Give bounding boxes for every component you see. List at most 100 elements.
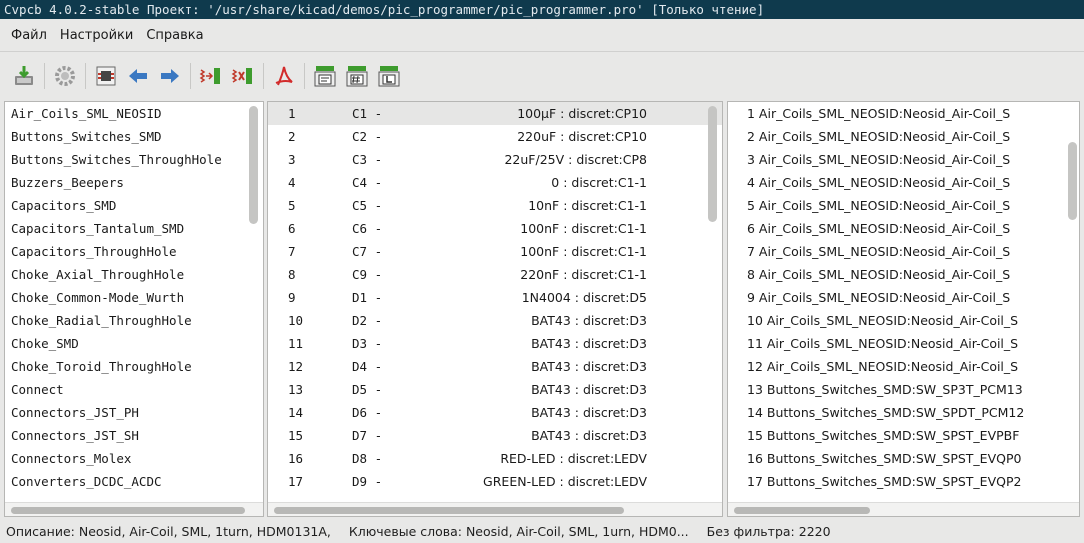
- component-row[interactable]: 10 D2 - BAT43 : discret:D3: [268, 309, 722, 332]
- library-item[interactable]: Converters_DCDC_ACDC: [5, 470, 263, 493]
- library-item[interactable]: Choke_Axial_ThroughHole: [5, 263, 263, 286]
- menu-settings[interactable]: Настройки: [55, 24, 138, 47]
- footprint-item[interactable]: 3 Air_Coils_SML_NEOSID:Neosid_Air-Coil_S: [728, 148, 1079, 171]
- component-value-footprint: BAT43 : discret:D3: [531, 313, 647, 328]
- library-item[interactable]: Connectors_Molex: [5, 447, 263, 470]
- footprint-item[interactable]: 2 Air_Coils_SML_NEOSID:Neosid_Air-Coil_S: [728, 125, 1079, 148]
- filter-pincount-icon[interactable]: [342, 61, 372, 91]
- filter-library-icon[interactable]: [374, 61, 404, 91]
- toolbar-separator: [190, 62, 191, 89]
- menu-file[interactable]: Файл: [6, 24, 52, 47]
- component-row[interactable]: 11 D3 - BAT43 : discret:D3: [268, 332, 722, 355]
- component-value-footprint: 220nF : discret:C1-1: [520, 267, 647, 282]
- menu-bar: Файл Настройки Справка: [0, 19, 1084, 51]
- save-icon[interactable]: [9, 61, 39, 91]
- component-row[interactable]: 1 C1 - 100µF : discret:CP10: [268, 102, 722, 125]
- settings-icon[interactable]: [50, 61, 80, 91]
- filter-keywords-icon[interactable]: [310, 61, 340, 91]
- footprint-item[interactable]: 1 Air_Coils_SML_NEOSID:Neosid_Air-Coil_S: [728, 102, 1079, 125]
- footprint-item[interactable]: 4 Air_Coils_SML_NEOSID:Neosid_Air-Coil_S: [728, 171, 1079, 194]
- component-reference: C9 -: [352, 267, 383, 282]
- component-value-footprint: BAT43 : discret:D3: [531, 382, 647, 397]
- component-index: 17: [288, 474, 304, 489]
- component-row[interactable]: 14 D6 - BAT43 : discret:D3: [268, 401, 722, 424]
- toolbar: [0, 51, 1084, 99]
- footprint-list[interactable]: 1 Air_Coils_SML_NEOSID:Neosid_Air-Coil_S…: [727, 101, 1080, 517]
- footprint-viewer-icon[interactable]: [91, 61, 121, 91]
- footprint-item[interactable]: 16 Buttons_Switches_SMD:SW_SPST_EVQP0: [728, 447, 1079, 470]
- library-item[interactable]: Choke_SMD: [5, 332, 263, 355]
- component-row[interactable]: 6 C6 - 100nF : discret:C1-1: [268, 217, 722, 240]
- component-row[interactable]: 12 D4 - BAT43 : discret:D3: [268, 355, 722, 378]
- footprint-item[interactable]: 12 Air_Coils_SML_NEOSID:Neosid_Air-Coil_…: [728, 355, 1079, 378]
- footprint-item[interactable]: 10 Air_Coils_SML_NEOSID:Neosid_Air-Coil_…: [728, 309, 1079, 332]
- library-item[interactable]: Capacitors_ThroughHole: [5, 240, 263, 263]
- window-title: Cvpcb 4.0.2-stable Проект: '/usr/share/k…: [0, 0, 1084, 19]
- component-row[interactable]: 5 C5 - 10nF : discret:C1-1: [268, 194, 722, 217]
- library-item[interactable]: Capacitors_SMD: [5, 194, 263, 217]
- component-reference: D1 -: [352, 290, 383, 305]
- component-reference: C4 -: [352, 175, 383, 190]
- component-row[interactable]: 15 D7 - BAT43 : discret:D3: [268, 424, 722, 447]
- vertical-scrollbar[interactable]: [708, 106, 717, 222]
- library-item[interactable]: Air_Coils_SML_NEOSID: [5, 102, 263, 125]
- component-value-footprint: BAT43 : discret:D3: [531, 405, 647, 420]
- footprint-item[interactable]: 7 Air_Coils_SML_NEOSID:Neosid_Air-Coil_S: [728, 240, 1079, 263]
- library-item[interactable]: Buttons_Switches_SMD: [5, 125, 263, 148]
- component-value-footprint: 0 : discret:C1-1: [551, 175, 647, 190]
- component-row[interactable]: 16 D8 - RED-LED : discret:LEDV: [268, 447, 722, 470]
- footprint-item[interactable]: 13 Buttons_Switches_SMD:SW_SP3T_PCM13: [728, 378, 1079, 401]
- arrow-right-icon[interactable]: [155, 61, 185, 91]
- component-index: 13: [288, 382, 304, 397]
- arrow-left-icon[interactable]: [123, 61, 153, 91]
- toolbar-separator: [263, 62, 264, 89]
- library-item[interactable]: Connectors_JST_SH: [5, 424, 263, 447]
- library-item[interactable]: Buttons_Switches_ThroughHole: [5, 148, 263, 171]
- component-reference: D7 -: [352, 428, 383, 443]
- component-row[interactable]: 2 C2 - 220uF : discret:CP10: [268, 125, 722, 148]
- library-item[interactable]: Choke_Toroid_ThroughHole: [5, 355, 263, 378]
- footprint-item[interactable]: 17 Buttons_Switches_SMD:SW_SPST_EVQP2: [728, 470, 1079, 493]
- component-reference: C2 -: [352, 129, 383, 144]
- pdf-icon[interactable]: [269, 61, 299, 91]
- footprint-item[interactable]: 8 Air_Coils_SML_NEOSID:Neosid_Air-Coil_S: [728, 263, 1079, 286]
- library-item[interactable]: Connectors_JST_PH: [5, 401, 263, 424]
- library-item[interactable]: Buzzers_Beepers: [5, 171, 263, 194]
- component-reference: D2 -: [352, 313, 383, 328]
- horizontal-scrollbar[interactable]: [728, 502, 1079, 516]
- library-item[interactable]: Choke_Radial_ThroughHole: [5, 309, 263, 332]
- footprint-item[interactable]: 15 Buttons_Switches_SMD:SW_SPST_EVPBF: [728, 424, 1079, 447]
- vertical-scrollbar[interactable]: [249, 106, 258, 224]
- footprint-item[interactable]: 11 Air_Coils_SML_NEOSID:Neosid_Air-Coil_…: [728, 332, 1079, 355]
- horizontal-scrollbar-thumb[interactable]: [11, 507, 245, 514]
- component-reference: D6 -: [352, 405, 383, 420]
- footprint-item[interactable]: 9 Air_Coils_SML_NEOSID:Neosid_Air-Coil_S: [728, 286, 1079, 309]
- footprint-item[interactable]: 5 Air_Coils_SML_NEOSID:Neosid_Air-Coil_S: [728, 194, 1079, 217]
- horizontal-scrollbar-thumb[interactable]: [734, 507, 870, 514]
- horizontal-scrollbar-thumb[interactable]: [274, 507, 624, 514]
- library-list[interactable]: Air_Coils_SML_NEOSID Buttons_Switches_SMD…: [4, 101, 264, 517]
- component-row[interactable]: 17 D9 - GREEN-LED : discret:LEDV: [268, 470, 722, 493]
- component-row[interactable]: 8 C9 - 220nF : discret:C1-1: [268, 263, 722, 286]
- component-index: 14: [288, 405, 304, 420]
- horizontal-scrollbar[interactable]: [268, 502, 722, 516]
- component-index: 1: [288, 106, 296, 121]
- footprint-item[interactable]: 14 Buttons_Switches_SMD:SW_SPDT_PCM12: [728, 401, 1079, 424]
- library-item[interactable]: Choke_Common-Mode_Wurth: [5, 286, 263, 309]
- library-item[interactable]: Connect: [5, 378, 263, 401]
- component-list[interactable]: 1 C1 - 100µF : discret:CP10 2 C2 - 220uF : di…: [267, 101, 723, 517]
- auto-associate-icon[interactable]: [196, 61, 226, 91]
- component-reference: C3 -: [352, 152, 383, 167]
- library-item[interactable]: Capacitors_Tantalum_SMD: [5, 217, 263, 240]
- component-row[interactable]: 13 D5 - BAT43 : discret:D3: [268, 378, 722, 401]
- delete-associations-icon[interactable]: [228, 61, 258, 91]
- menu-help[interactable]: Справка: [141, 24, 208, 47]
- component-row[interactable]: 4 C4 - 0 : discret:C1-1: [268, 171, 722, 194]
- horizontal-scrollbar[interactable]: [5, 502, 263, 516]
- vertical-scrollbar[interactable]: [1068, 142, 1077, 220]
- component-row[interactable]: 7 C7 - 100nF : discret:C1-1: [268, 240, 722, 263]
- footprint-item[interactable]: 6 Air_Coils_SML_NEOSID:Neosid_Air-Coil_S: [728, 217, 1079, 240]
- component-row[interactable]: 3 C3 - 22uF/25V : discret:CP8: [268, 148, 722, 171]
- component-row[interactable]: 9 D1 - 1N4004 : discret:D5: [268, 286, 722, 309]
- toolbar-separator: [304, 62, 305, 89]
